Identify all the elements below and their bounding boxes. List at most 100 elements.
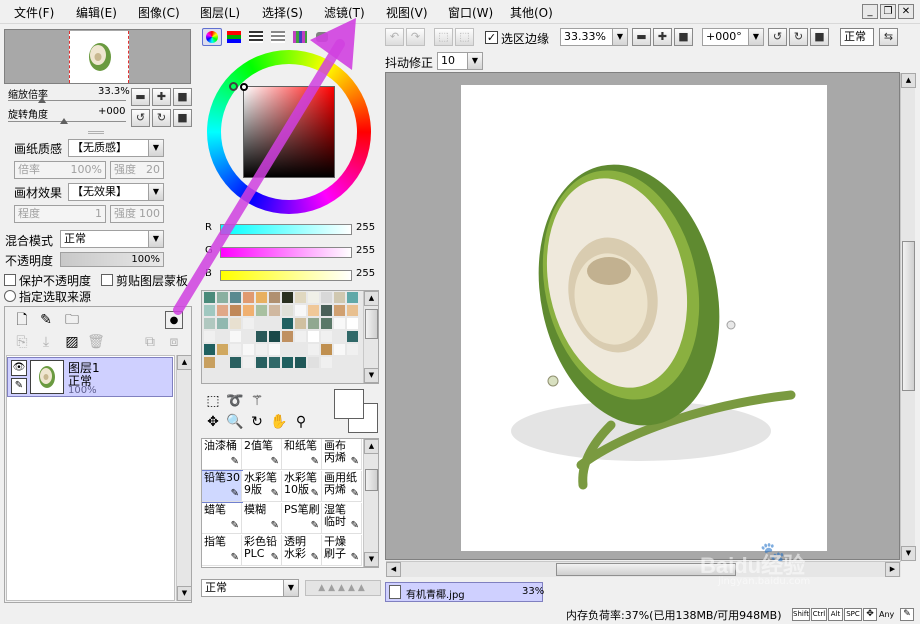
scroll-down-icon[interactable]: ▼ — [177, 586, 192, 601]
stabilizer-select[interactable]: 10 ▼ — [437, 52, 483, 70]
gray-slider-tab[interactable] — [268, 28, 288, 46]
canvas-page[interactable] — [461, 85, 827, 551]
view-mode-button[interactable]: 正常 — [840, 28, 874, 46]
scroll-up-icon[interactable]: ▲ — [364, 291, 379, 306]
color-swatch[interactable] — [243, 331, 254, 342]
color-swatch[interactable] — [334, 305, 345, 316]
color-picker-handle[interactable] — [240, 83, 248, 91]
color-swatch[interactable] — [308, 292, 319, 303]
brush-slot[interactable]: 模糊 ✎ — [242, 503, 282, 534]
color-swatch[interactable] — [204, 331, 215, 342]
eyedropper-icon[interactable]: ⚲ — [292, 413, 310, 431]
color-swatch[interactable] — [295, 292, 306, 303]
preserve-opacity-checkbox[interactable] — [4, 274, 16, 286]
color-swatch[interactable] — [269, 331, 280, 342]
brush-slot[interactable]: 2值笔 ✎ — [242, 439, 282, 470]
color-swatch[interactable] — [321, 331, 332, 342]
minimize-icon[interactable]: _ — [862, 4, 878, 19]
color-swatch[interactable] — [282, 292, 293, 303]
color-swatch[interactable] — [230, 331, 241, 342]
menu-file[interactable]: 文件(F) — [14, 4, 54, 21]
brush-slot[interactable]: 指笔 ✎ — [202, 535, 242, 566]
scroll-up-icon[interactable]: ▲ — [901, 73, 916, 88]
zoom-icon[interactable]: 🔍 — [226, 413, 244, 431]
color-swatch[interactable] — [269, 318, 280, 329]
brush-slot[interactable]: 水彩笔 10版 ✎ — [282, 471, 322, 502]
paper-texture-select[interactable]: 【无质感】 ▼ — [68, 139, 164, 157]
menu-image[interactable]: 图像(C) — [138, 4, 180, 21]
brush-slot[interactable]: PS笔刷 ✎ — [282, 503, 322, 534]
scratchpad-tab[interactable] — [312, 28, 332, 46]
color-swatch[interactable] — [256, 331, 267, 342]
menu-window[interactable]: 窗口(W) — [448, 4, 493, 21]
zoom-reset-button[interactable]: ■ — [173, 88, 192, 106]
brush-shape-strip[interactable]: ▲▲▲▲▲ — [305, 580, 381, 596]
color-swatch[interactable] — [204, 305, 215, 316]
color-swatch[interactable] — [217, 318, 228, 329]
rotate-right-button[interactable]: ↻ — [152, 109, 171, 127]
color-swatch[interactable] — [243, 305, 254, 316]
toolbar-rotate-right-button[interactable]: ↻ — [789, 28, 808, 46]
zoom-out-button[interactable]: ▬ — [131, 88, 150, 106]
color-swatch[interactable] — [217, 344, 228, 355]
color-swatch[interactable] — [243, 344, 254, 355]
color-swatch[interactable] — [308, 318, 319, 329]
rotate-reset-button[interactable]: ■ — [173, 109, 192, 127]
color-swatch[interactable] — [230, 344, 241, 355]
scroll-right-icon[interactable]: ▶ — [885, 562, 900, 577]
selection-source-radio[interactable] — [4, 290, 16, 302]
rect-select-icon[interactable]: ⬚ — [204, 392, 222, 410]
zoom-in-button[interactable]: ✚ — [152, 88, 171, 106]
saturation-value-square[interactable] — [243, 86, 335, 178]
color-wheel-tab[interactable] — [202, 28, 222, 46]
color-swatch[interactable] — [308, 331, 319, 342]
hue-handle[interactable] — [229, 82, 238, 91]
layer-scrollbar[interactable]: ▲ ▼ — [176, 355, 192, 601]
color-swatch[interactable] — [321, 318, 332, 329]
color-swatch[interactable] — [321, 357, 332, 368]
new-layer-icon[interactable]: 🗋 — [13, 311, 31, 329]
toolbar-zoom-out-button[interactable]: ▬ — [632, 28, 651, 46]
rotate-slider-handle[interactable] — [60, 118, 68, 124]
color-swatch[interactable] — [217, 292, 228, 303]
color-swatch[interactable] — [282, 318, 293, 329]
eye-icon[interactable]: 👁 — [11, 360, 27, 376]
color-swatch[interactable] — [308, 305, 319, 316]
menu-select[interactable]: 选择(S) — [262, 4, 303, 21]
swatch-scrollbar[interactable]: ▲ ▼ — [363, 291, 379, 383]
opacity-slider[interactable]: 100% — [60, 252, 164, 267]
color-swatch[interactable] — [204, 292, 215, 303]
brush-slot[interactable]: 和纸笔 ✎ — [282, 439, 322, 470]
color-swatch[interactable] — [282, 305, 293, 316]
color-swatch[interactable] — [295, 305, 306, 316]
g-slider[interactable] — [220, 247, 352, 258]
brush-slot[interactable]: 透明 水彩 ✎ — [282, 535, 322, 566]
color-swatch[interactable] — [295, 318, 306, 329]
color-swatch[interactable] — [321, 344, 332, 355]
rotation-select[interactable]: +000° ▼ — [702, 28, 764, 46]
menu-layer[interactable]: 图层(L) — [200, 4, 240, 21]
color-swatch[interactable] — [256, 344, 267, 355]
brush-lock-icon[interactable]: ✎ — [11, 378, 27, 394]
zoom-slider-handle[interactable] — [38, 97, 46, 103]
color-swatch[interactable] — [308, 344, 319, 355]
clear-layer-icon[interactable]: ▨ — [63, 333, 81, 351]
scroll-thumb[interactable] — [902, 241, 915, 391]
color-swatch[interactable] — [256, 305, 267, 316]
brush-slot[interactable]: 水彩笔 9版 ✎ — [242, 471, 282, 502]
hsv-slider-tab[interactable] — [246, 28, 266, 46]
brush-slot[interactable]: 蜡笔 ✎ — [202, 503, 242, 534]
scroll-down-icon[interactable]: ▼ — [901, 546, 916, 561]
layer-row[interactable]: 👁 ✎ 图层1 正常 100% — [7, 357, 173, 397]
toolbar-rotate-left-button[interactable]: ↺ — [768, 28, 787, 46]
magic-wand-icon[interactable]: ⚚ — [248, 392, 266, 410]
scroll-left-icon[interactable]: ◀ — [386, 562, 401, 577]
color-swatch[interactable] — [256, 318, 267, 329]
toolbar-rotate-reset-button[interactable]: ■ — [810, 28, 829, 46]
color-swatch[interactable] — [282, 357, 293, 368]
brush-blend-select[interactable]: 正常 ▼ — [201, 579, 299, 597]
clip-mask-checkbox[interactable] — [101, 274, 113, 286]
color-swatch[interactable] — [347, 292, 358, 303]
brush-slot[interactable]: 铅笔30 ✎ — [202, 470, 243, 503]
color-swatch[interactable] — [308, 357, 319, 368]
